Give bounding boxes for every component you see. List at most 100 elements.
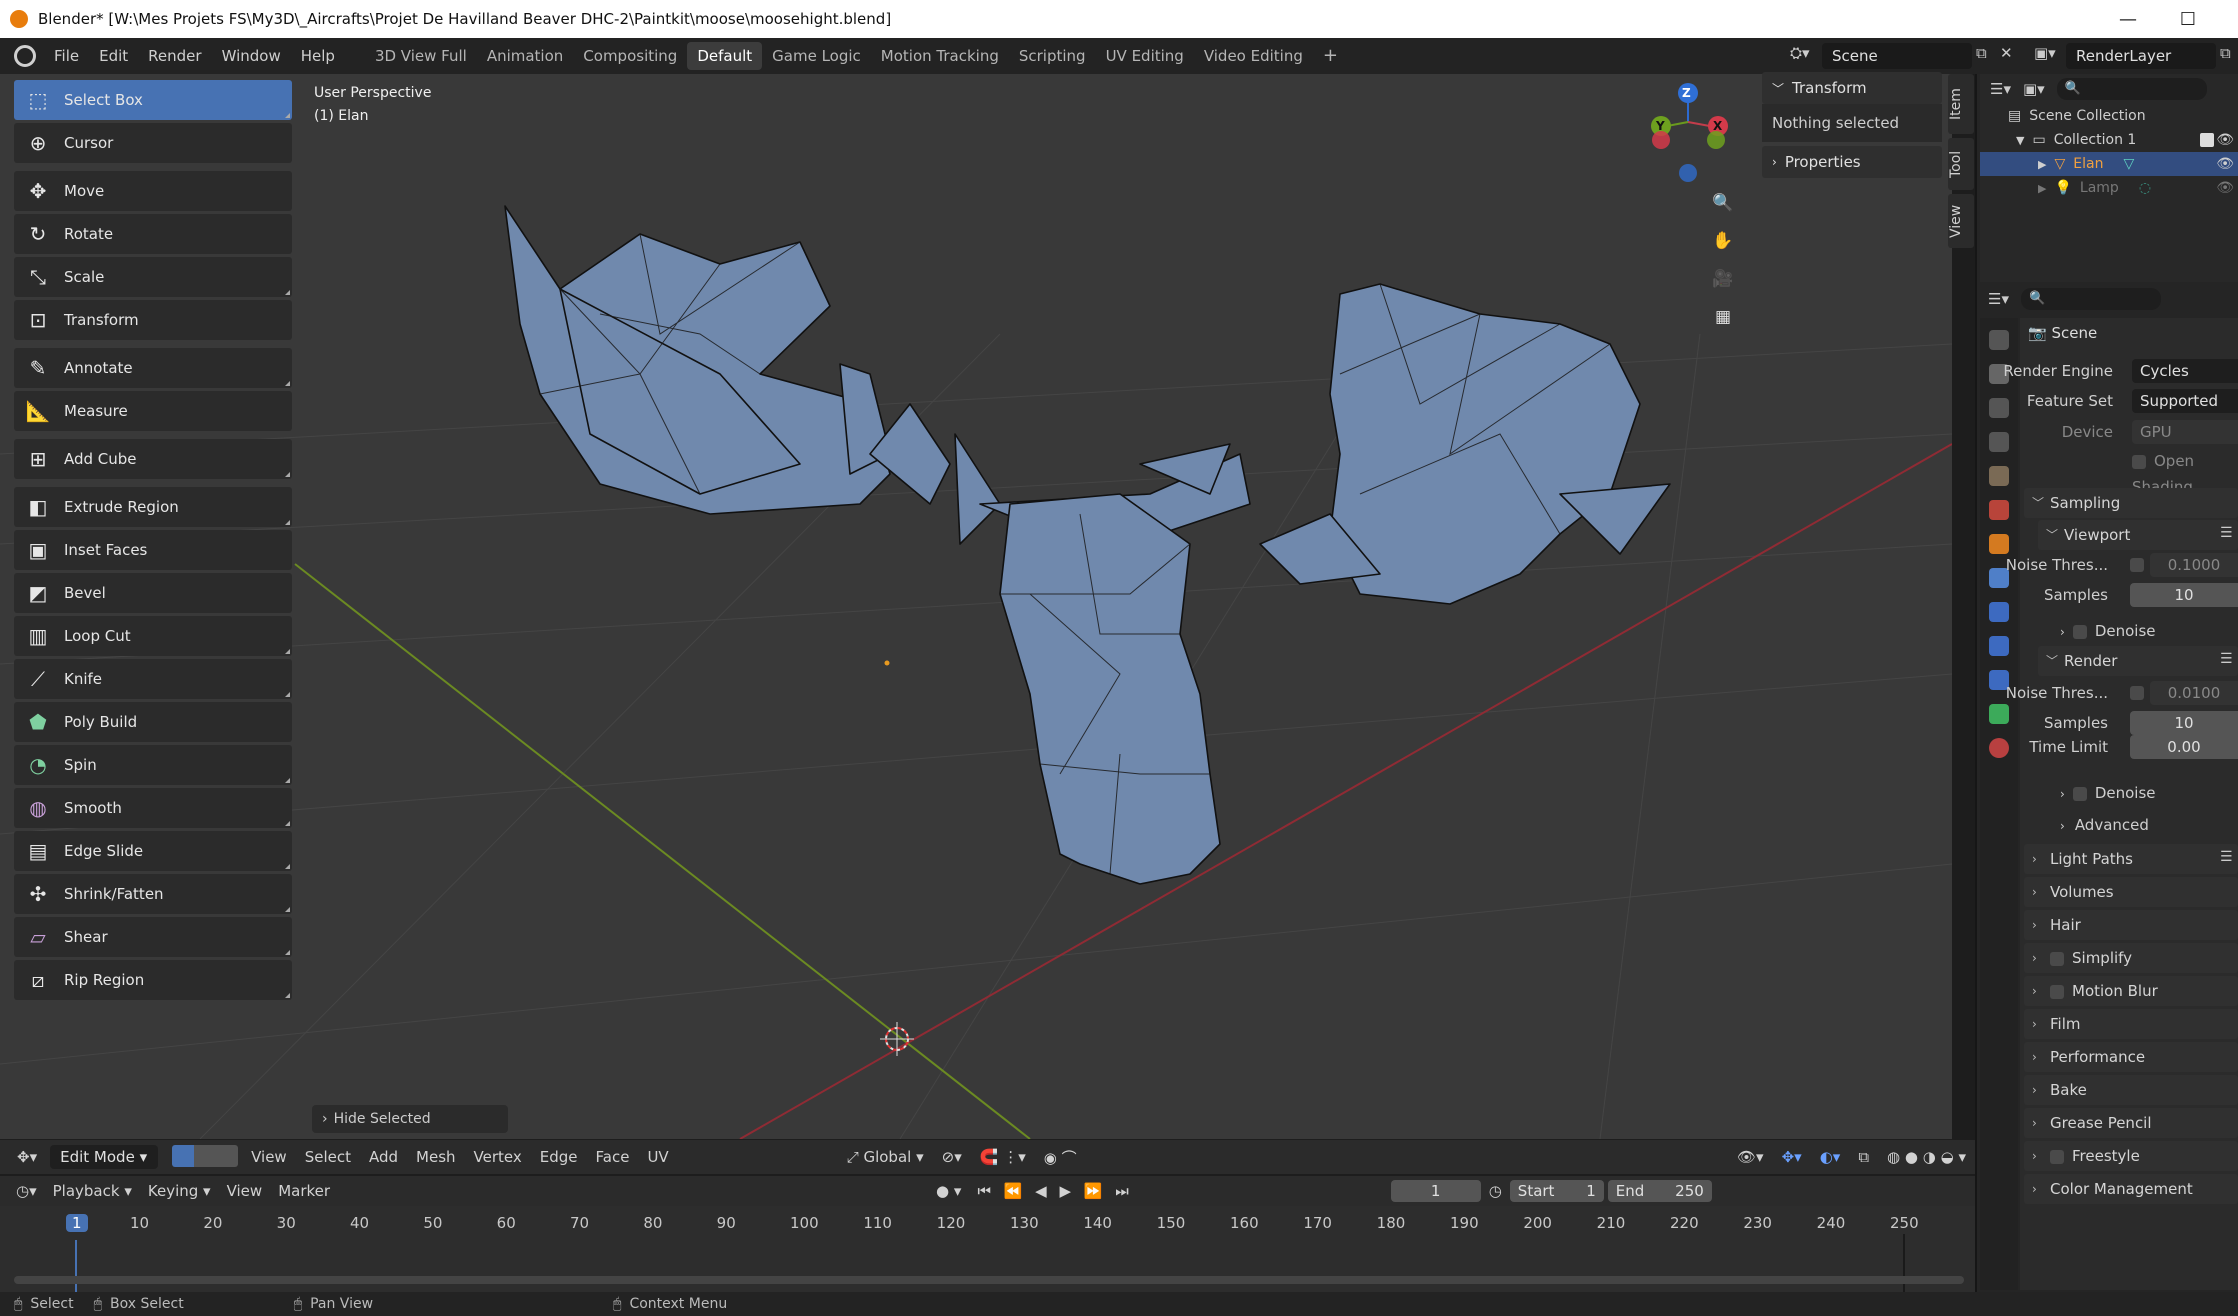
physics-props-icon[interactable] <box>1989 636 2009 656</box>
menu-vertex[interactable]: Vertex <box>465 1148 531 1166</box>
select-mode-buttons[interactable] <box>172 1145 242 1169</box>
hide-selected-panel[interactable]: › Hide Selected <box>312 1105 508 1133</box>
r-samples-field[interactable]: 10 <box>2130 711 2238 735</box>
orientation-dropdown[interactable]: ⤢ Global ▾ <box>838 1148 933 1166</box>
object-props-icon[interactable] <box>1989 534 2009 554</box>
sampling-section[interactable]: ﹀ Sampling <box>2024 488 2238 518</box>
motion-blur-checkbox[interactable] <box>2050 984 2064 999</box>
eye-icon[interactable]: 👁 <box>2216 132 2234 148</box>
outliner-row-elan[interactable]: ▶ ▽ Elan ▽ 👁 <box>1980 152 2238 176</box>
tab-tool[interactable]: Tool <box>1948 138 1974 190</box>
tool-knife[interactable]: ⟋ Knife <box>14 659 292 699</box>
open-shading-checkbox[interactable] <box>2132 454 2146 469</box>
list-icon[interactable]: ☰ <box>2220 850 2234 864</box>
gizmo-toggle-icon[interactable]: ✥▾ <box>1773 1148 1811 1166</box>
menu-window[interactable]: Window <box>212 42 291 70</box>
view-layer-props-icon[interactable] <box>1989 432 2009 452</box>
tool-scale[interactable]: ⤡ Scale <box>14 257 292 297</box>
maximize-icon[interactable]: ☐ <box>2158 0 2218 38</box>
menu-render[interactable]: Render <box>138 42 211 70</box>
r-noise-field[interactable]: 0.0100 <box>2150 681 2238 705</box>
face-select-icon[interactable] <box>216 1145 239 1167</box>
tool-measure[interactable]: 📐 Measure <box>14 391 292 431</box>
particles-props-icon[interactable] <box>1989 602 2009 622</box>
scene-field[interactable]: Scene <box>1822 43 1972 69</box>
properties-search-input[interactable]: 🔍 <box>2020 288 2161 310</box>
eye-icon[interactable]: 👁 <box>2216 156 2234 172</box>
blender-menu-icon[interactable] <box>14 45 36 67</box>
timeline[interactable]: 1 10 20 30 40 50 60 70 80 90 100 110 120 130 140 150 160… <box>0 1206 1975 1294</box>
tab-default[interactable]: Default <box>687 42 763 70</box>
menu-marker[interactable]: Marker <box>270 1182 338 1200</box>
camera-view-icon[interactable]: 🎥 <box>1706 262 1740 296</box>
tool-move[interactable]: ✥ Move <box>14 171 292 211</box>
3d-cursor[interactable] <box>880 1022 914 1056</box>
world-props-icon[interactable] <box>1989 500 2009 520</box>
scene-selector-icon[interactable]: ⛭▾ <box>1790 44 1820 68</box>
filter-icon[interactable]: ▣▾ <box>2023 80 2045 98</box>
data-props-icon[interactable] <box>1989 704 2009 724</box>
color-management-section[interactable]: › Color Management <box>2024 1174 2238 1204</box>
scene-props-icon[interactable] <box>1989 466 2009 486</box>
bake-section[interactable]: › Bake <box>2024 1075 2238 1105</box>
outliner-row-lamp[interactable]: ▶ 💡 Lamp ◌ 👁 <box>1980 176 2238 200</box>
performance-section[interactable]: › Performance <box>2024 1042 2238 1072</box>
visibility-icon[interactable]: 👁▾ <box>1728 1148 1773 1166</box>
vp-samples-field[interactable]: 10 <box>2130 583 2238 607</box>
grease-pencil-section[interactable]: › Grease Pencil <box>2024 1108 2238 1138</box>
material-props-icon[interactable] <box>1989 738 2009 758</box>
collection-checkbox[interactable] <box>2200 133 2214 147</box>
shading-modes[interactable]: ◍ ● ◑ ◒ ▾ <box>1878 1148 1975 1166</box>
light-paths-section[interactable]: › Light Paths ☰ <box>2024 844 2238 874</box>
tab-uv-editing[interactable]: UV Editing <box>1096 42 1194 70</box>
outliner-search-input[interactable]: 🔍 <box>2056 78 2207 100</box>
pivot-icon[interactable]: ⊘▾ <box>933 1148 971 1166</box>
tool-select-box[interactable]: ⬚ Select Box <box>14 80 292 120</box>
vp-denoise-row[interactable]: › Denoise <box>2020 618 2238 644</box>
tool-spin[interactable]: ◔ Spin <box>14 745 292 785</box>
tab-animation[interactable]: Animation <box>477 42 573 70</box>
tab-video-editing[interactable]: Video Editing <box>1194 42 1313 70</box>
menu-file[interactable]: File <box>44 42 89 70</box>
menu-face[interactable]: Face <box>587 1148 639 1166</box>
vertex-select-icon[interactable] <box>172 1145 195 1167</box>
motion-blur-section[interactable]: › Motion Blur <box>2024 976 2238 1006</box>
r-denoise-checkbox[interactable] <box>2072 786 2087 801</box>
tool-props-icon[interactable] <box>1989 330 2009 350</box>
properties-panel-header[interactable]: › Properties <box>1762 146 1942 178</box>
viewport-subsection[interactable]: ﹀ Viewport ☰ <box>2038 520 2238 550</box>
menu-mesh[interactable]: Mesh <box>407 1148 465 1166</box>
timeline-editor-icon[interactable]: ◷▾ <box>8 1182 45 1200</box>
menu-timeline-view[interactable]: View <box>219 1182 271 1200</box>
tab-item[interactable]: Item <box>1948 74 1974 134</box>
vp-noise-field[interactable]: 0.1000 <box>2150 553 2238 577</box>
timeline-scrollbar[interactable] <box>14 1276 1964 1284</box>
editor-type-icon[interactable]: ✥▾ <box>8 1148 46 1166</box>
freestyle-checkbox[interactable] <box>2050 1149 2064 1164</box>
tab-game-logic[interactable]: Game Logic <box>762 42 871 70</box>
vp-noise-checkbox[interactable] <box>2130 558 2144 572</box>
start-frame-field[interactable]: Start 1 <box>1509 1180 1604 1202</box>
tool-rotate[interactable]: ↻ Rotate <box>14 214 292 254</box>
overlay-toggle-icon[interactable]: ◐▾ <box>1811 1148 1850 1166</box>
vp-denoise-checkbox[interactable] <box>2072 624 2087 639</box>
tool-loop-cut[interactable]: ▥ Loop Cut <box>14 616 292 656</box>
tool-bevel[interactable]: ◩ Bevel <box>14 573 292 613</box>
tab-motion-tracking[interactable]: Motion Tracking <box>871 42 1009 70</box>
tool-edge-slide[interactable]: ▤ Edge Slide <box>14 831 292 871</box>
freestyle-section[interactable]: › Freestyle <box>2024 1141 2238 1171</box>
current-frame-field[interactable]: 1 <box>1390 1180 1481 1202</box>
device-dropdown[interactable]: GPU Compute <box>2132 420 2238 444</box>
feature-set-dropdown[interactable]: Supported <box>2132 389 2238 413</box>
simplify-section[interactable]: › Simplify <box>2024 943 2238 973</box>
playback-controls[interactable]: ⏮ ⏪ ◀ ▶ ⏩ ⏭ <box>969 1182 1140 1200</box>
eye-icon[interactable]: 👁 <box>2216 180 2234 196</box>
record-icon[interactable]: ● ▾ <box>928 1182 969 1200</box>
properties-editor-icon[interactable]: ☰▾ <box>1988 290 2009 308</box>
tab-scripting[interactable]: Scripting <box>1009 42 1096 70</box>
outliner-row-collection-1[interactable]: ▼ ▭ Collection 1 👁 <box>1980 128 2238 152</box>
tool-cursor[interactable]: ⊕ Cursor <box>14 123 292 163</box>
menu-add[interactable]: Add <box>360 1148 407 1166</box>
playhead[interactable] <box>75 1240 77 1294</box>
r-noise-checkbox[interactable] <box>2130 686 2144 700</box>
